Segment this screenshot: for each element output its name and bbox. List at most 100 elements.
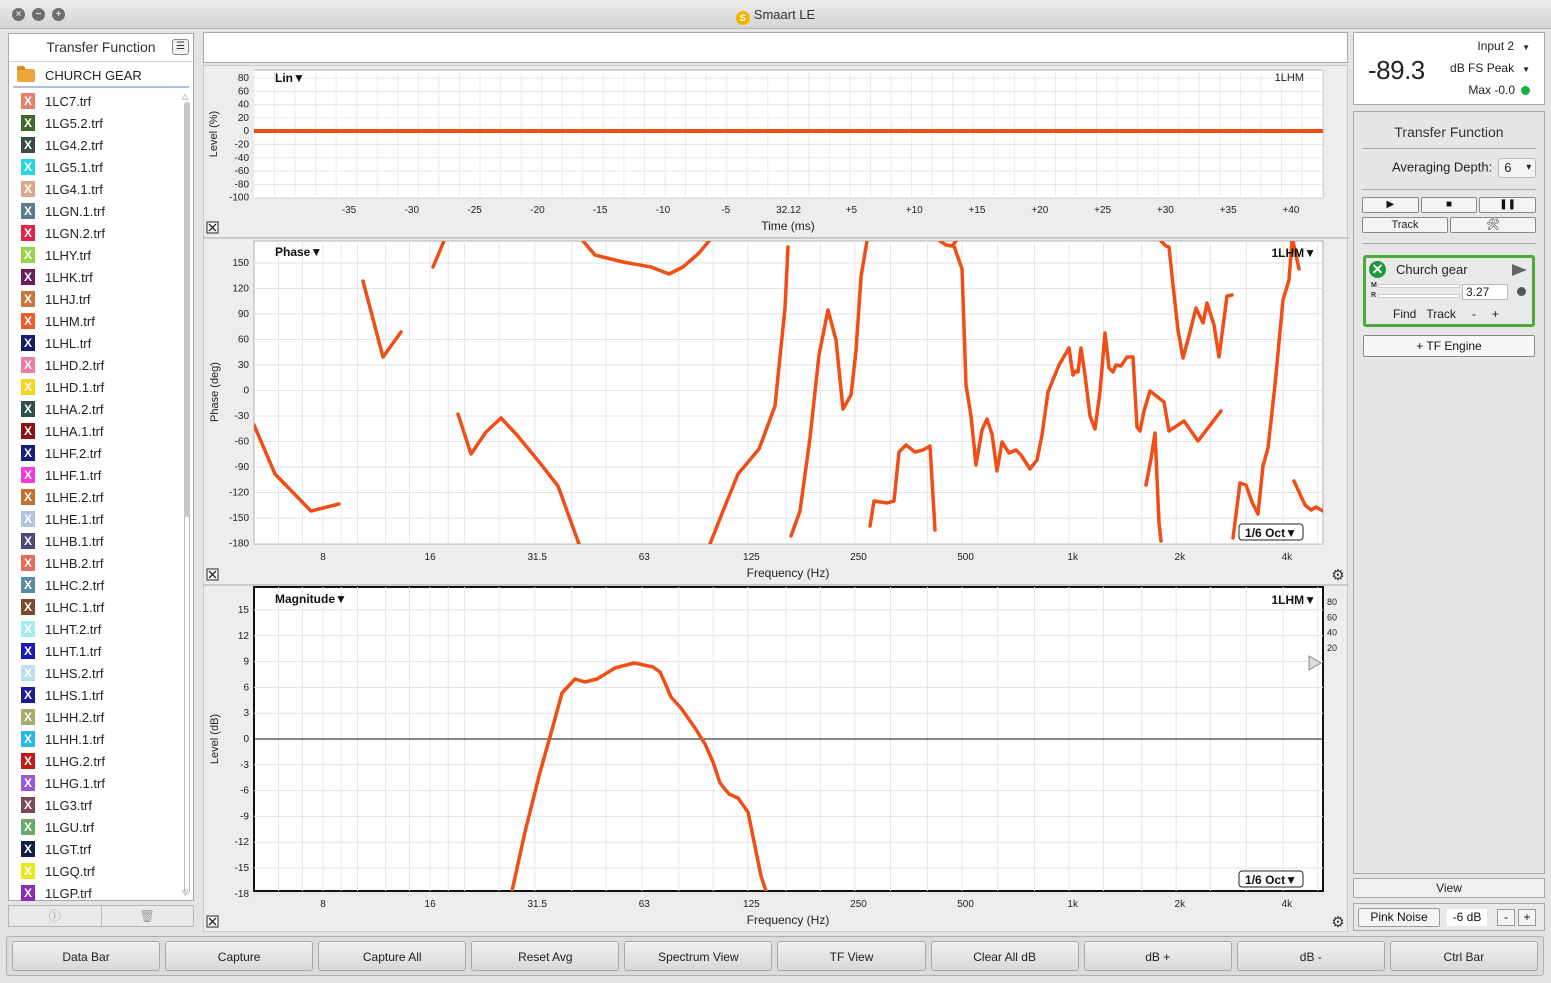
scroll-thumb[interactable] [184,102,190,517]
signal-generator-row: Pink Noise -6 dB - + [1353,903,1545,931]
list-item[interactable]: X 1LHG.2.trf [9,750,181,772]
list-item[interactable]: X 1LHL.trf [9,332,181,354]
play-button[interactable]: ▶ [1362,197,1419,213]
phase-mode-selector[interactable]: Phase▼ [275,245,322,259]
trash-icon[interactable]: 🗑 [100,906,194,926]
tools-icon[interactable]: 🛠 [1450,217,1536,233]
list-item[interactable]: X 1LHC.1.trf [9,596,181,618]
meter-value: -89.3 [1368,55,1425,85]
magnitude-smoothing-selector[interactable]: 1/6 Oct▼ [1238,870,1304,888]
file-label: 1LHC.2.trf [45,577,105,593]
list-item[interactable]: X 1LHK.trf [9,266,181,288]
track-button[interactable]: Track [1362,217,1448,233]
view-button[interactable]: View [1353,878,1545,898]
list-item[interactable]: X 1LG3.trf [9,794,181,816]
generator-minus-button[interactable]: - [1497,909,1515,926]
list-item[interactable]: X 1LHM.trf [9,310,181,332]
list-item[interactable]: X 1LHH.1.trf [9,728,181,750]
command-button[interactable]: TF View [777,941,926,971]
list-item[interactable]: X 1LHA.2.trf [9,398,181,420]
list-item[interactable]: X 1LGN.2.trf [9,222,181,244]
stop-button[interactable]: ■ [1420,197,1478,213]
delay-value-field[interactable]: 3.27 [1462,284,1508,300]
info-icon[interactable]: ⓘ [9,906,101,926]
input-selector[interactable]: Input 2 ▼ [1477,39,1530,53]
command-button[interactable]: Ctrl Bar [1389,941,1538,971]
list-item[interactable]: X 1LHE.1.trf [9,508,181,530]
command-button[interactable]: dB + [1083,941,1232,971]
list-item[interactable]: X 1LHD.1.trf [9,376,181,398]
file-label: 1LGQ.trf [45,863,95,879]
list-item[interactable]: X 1LGU.trf [9,816,181,838]
list-item[interactable]: X 1LG5.2.trf [9,112,181,134]
averaging-select[interactable]: 6 [1498,158,1537,178]
list-item[interactable]: X 1LHA.1.trf [9,420,181,442]
command-button[interactable]: Capture [165,941,314,971]
phase-close-icon[interactable] [206,568,219,581]
engine-minus-button[interactable]: - [1472,307,1476,321]
phase-ytick: -150 [229,513,249,524]
pink-noise-button[interactable]: Pink Noise [1358,908,1440,927]
list-item[interactable]: X 1LG5.1.trf [9,156,181,178]
list-item[interactable]: X 1LHT.1.trf [9,640,181,662]
command-button[interactable]: Reset Avg [471,941,620,971]
list-item[interactable]: X 1LHF.1.trf [9,464,181,486]
command-button[interactable]: dB - [1236,941,1385,971]
engine-name[interactable]: Church gear [1396,262,1468,277]
magnitude-close-icon[interactable] [206,915,219,928]
scroll-down-icon[interactable]: ▽ [182,888,188,897]
list-item[interactable]: X 1LHJ.trf [9,288,181,310]
impulse-close-icon[interactable] [206,221,219,234]
impulse-ytick: -40 [235,153,250,164]
list-item[interactable]: X 1LHT.2.trf [9,618,181,640]
folder-item[interactable]: CHURCH GEAR [13,64,189,88]
engine-play-icon[interactable] [1512,264,1527,276]
file-label: 1LHY.trf [45,247,92,263]
input-label: Input 2 [1477,39,1515,53]
list-item[interactable]: X 1LHY.trf [9,244,181,266]
phase-trace-tag[interactable]: 1LHM▼ [1271,246,1316,260]
sidebar-menu-icon[interactable]: ☰ [172,39,189,55]
magnitude-mode-selector[interactable]: Magnitude▼ [275,592,347,606]
add-tf-engine-button[interactable]: + TF Engine [1363,335,1535,357]
impulse-mode-selector[interactable]: Lin▼ [275,71,305,85]
engine-track-button[interactable]: Track [1426,307,1456,321]
command-button[interactable]: Spectrum View [624,941,773,971]
find-button[interactable]: Find [1393,307,1416,321]
list-item[interactable]: X 1LGT.trf [9,838,181,860]
magnitude-xtick: 31.5 [527,899,547,910]
record-dot-icon[interactable] [1517,287,1526,296]
list-item[interactable]: X 1LHC.2.trf [9,574,181,596]
phase-smoothing-selector[interactable]: 1/6 Oct▼ [1238,523,1304,541]
list-item[interactable]: X 1LGP.trf [9,882,181,904]
generator-plus-button[interactable]: + [1518,909,1536,926]
list-item[interactable]: X 1LHH.2.trf [9,706,181,728]
list-item[interactable]: X 1LHB.2.trf [9,552,181,574]
engine-close-icon[interactable]: ✕ [1369,261,1386,278]
list-item[interactable]: X 1LHB.1.trf [9,530,181,552]
list-item[interactable]: X 1LC7.trf [9,90,181,112]
list-item[interactable]: X 1LGN.1.trf [9,200,181,222]
sidebar-scrollbar[interactable]: △ ▽ [182,92,191,900]
pause-button[interactable]: ❚❚ [1479,197,1537,213]
list-item[interactable]: X 1LHS.1.trf [9,684,181,706]
scroll-up-icon[interactable]: △ [182,92,188,101]
list-item[interactable]: X 1LHG.1.trf [9,772,181,794]
list-item[interactable]: X 1LG4.2.trf [9,134,181,156]
list-item[interactable]: X 1LHS.2.trf [9,662,181,684]
command-button[interactable]: Clear All dB [930,941,1079,971]
command-button[interactable]: Capture All [318,941,467,971]
engine-plus-button[interactable]: + [1492,307,1499,321]
list-item[interactable]: X 1LHE.2.trf [9,486,181,508]
meter-unit-label: dB FS Peak [1450,61,1515,75]
meter-m-label: M [1371,282,1377,289]
meter-unit-selector[interactable]: dB FS Peak ▼ [1450,61,1530,75]
list-item[interactable]: X 1LG4.1.trf [9,178,181,200]
magnitude-trace-tag[interactable]: 1LHM▼ [1271,593,1316,607]
list-item[interactable]: X 1LHD.2.trf [9,354,181,376]
magnitude-settings-icon[interactable]: ⚙ [1331,914,1344,931]
list-item[interactable]: X 1LGQ.trf [9,860,181,882]
list-item[interactable]: X 1LHF.2.trf [9,442,181,464]
command-button[interactable]: Data Bar [12,941,161,971]
phase-settings-icon[interactable]: ⚙ [1331,567,1344,584]
